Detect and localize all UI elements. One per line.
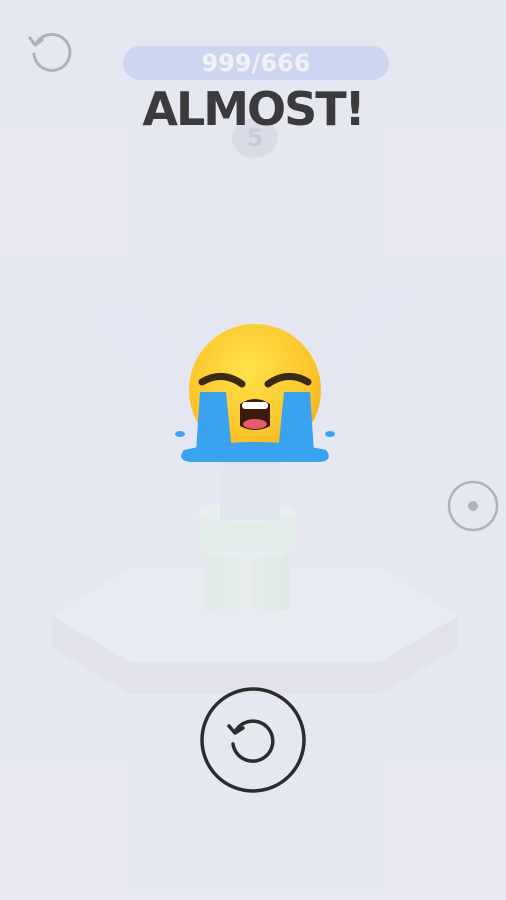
game-screen: 999/666 5 ALMOST! bbox=[0, 0, 506, 900]
rotate-handle[interactable] bbox=[446, 479, 500, 533]
retry-button[interactable] bbox=[199, 686, 307, 794]
undo-icon bbox=[28, 32, 72, 72]
undo-button[interactable] bbox=[24, 24, 76, 76]
rotate-handle-icon bbox=[447, 480, 499, 532]
result-headline: ALMOST! bbox=[142, 82, 365, 136]
progress-label: 999/666 bbox=[201, 49, 311, 77]
retry-icon bbox=[200, 687, 306, 793]
progress-bar: 999/666 bbox=[123, 46, 389, 80]
loudly-crying-face-icon bbox=[175, 324, 335, 462]
